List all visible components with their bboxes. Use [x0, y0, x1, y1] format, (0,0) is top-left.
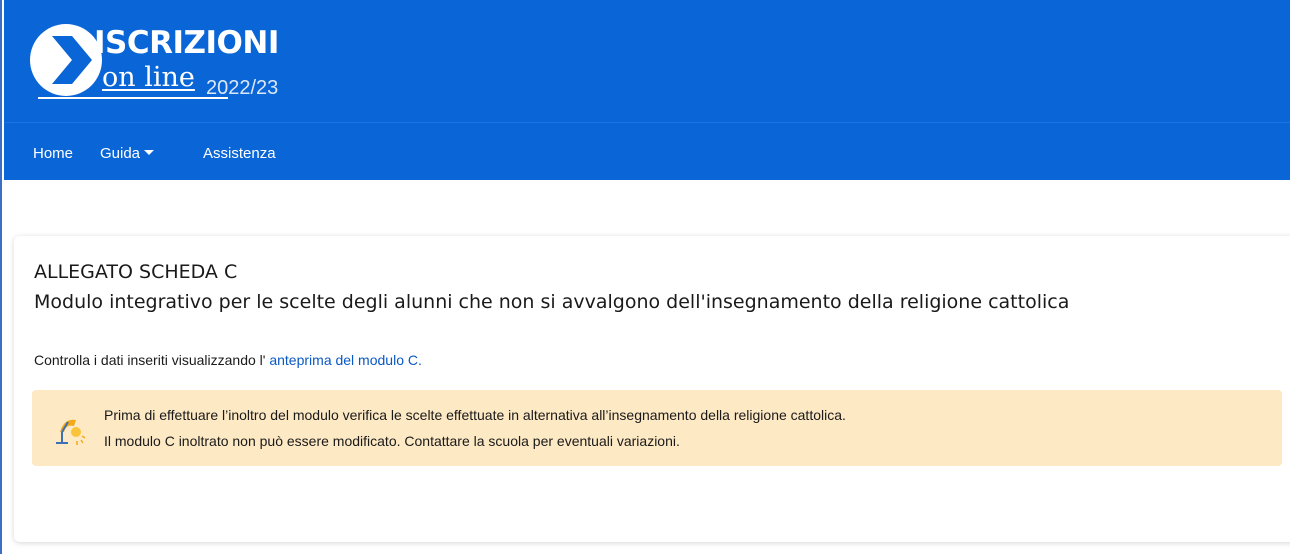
page-frame: ISCRIZIONI on line 2022/23 Home Guida As… — [0, 0, 1290, 554]
logo-underline — [38, 97, 228, 99]
site-header: ISCRIZIONI on line 2022/23 — [4, 0, 1290, 122]
alert-text-line-2: Il modulo C inoltrato non può essere mod… — [104, 433, 680, 449]
nav-guida-dropdown[interactable]: Guida — [100, 145, 155, 163]
nav-guida-label: Guida — [100, 145, 141, 162]
logo-year: 2022/23 — [206, 77, 279, 99]
intro-text-label: Controlla i dati inseriti visualizzando … — [34, 352, 266, 368]
module-card: ALLEGATO SCHEDA C Modulo integrativo per… — [14, 236, 1290, 542]
card-title: ALLEGATO SCHEDA C — [34, 261, 238, 283]
card-subtitle: Modulo integrativo per le scelte degli a… — [34, 291, 1070, 313]
alert-text-line-1: Prima di effettuare l’inoltro del modulo… — [104, 407, 846, 423]
intro-text: Controlla i dati inseriti visualizzando … — [34, 351, 422, 369]
desk-lamp-icon — [56, 419, 86, 445]
main-navbar: Home Guida Assistenza — [4, 122, 1290, 180]
nav-home[interactable]: Home — [33, 145, 73, 163]
site-logo[interactable]: ISCRIZIONI on line 2022/23 — [30, 24, 330, 116]
warning-alert: Prima di effettuare l’inoltro del modulo… — [32, 390, 1282, 466]
nav-assistenza[interactable]: Assistenza — [203, 145, 276, 163]
logo-arrow-icon — [30, 24, 102, 96]
preview-module-c-link[interactable]: anteprima del modulo C. — [269, 352, 422, 368]
logo-title: ISCRIZIONI — [94, 25, 279, 61]
caret-down-icon — [144, 150, 155, 155]
logo-subtitle: on line — [102, 62, 195, 93]
